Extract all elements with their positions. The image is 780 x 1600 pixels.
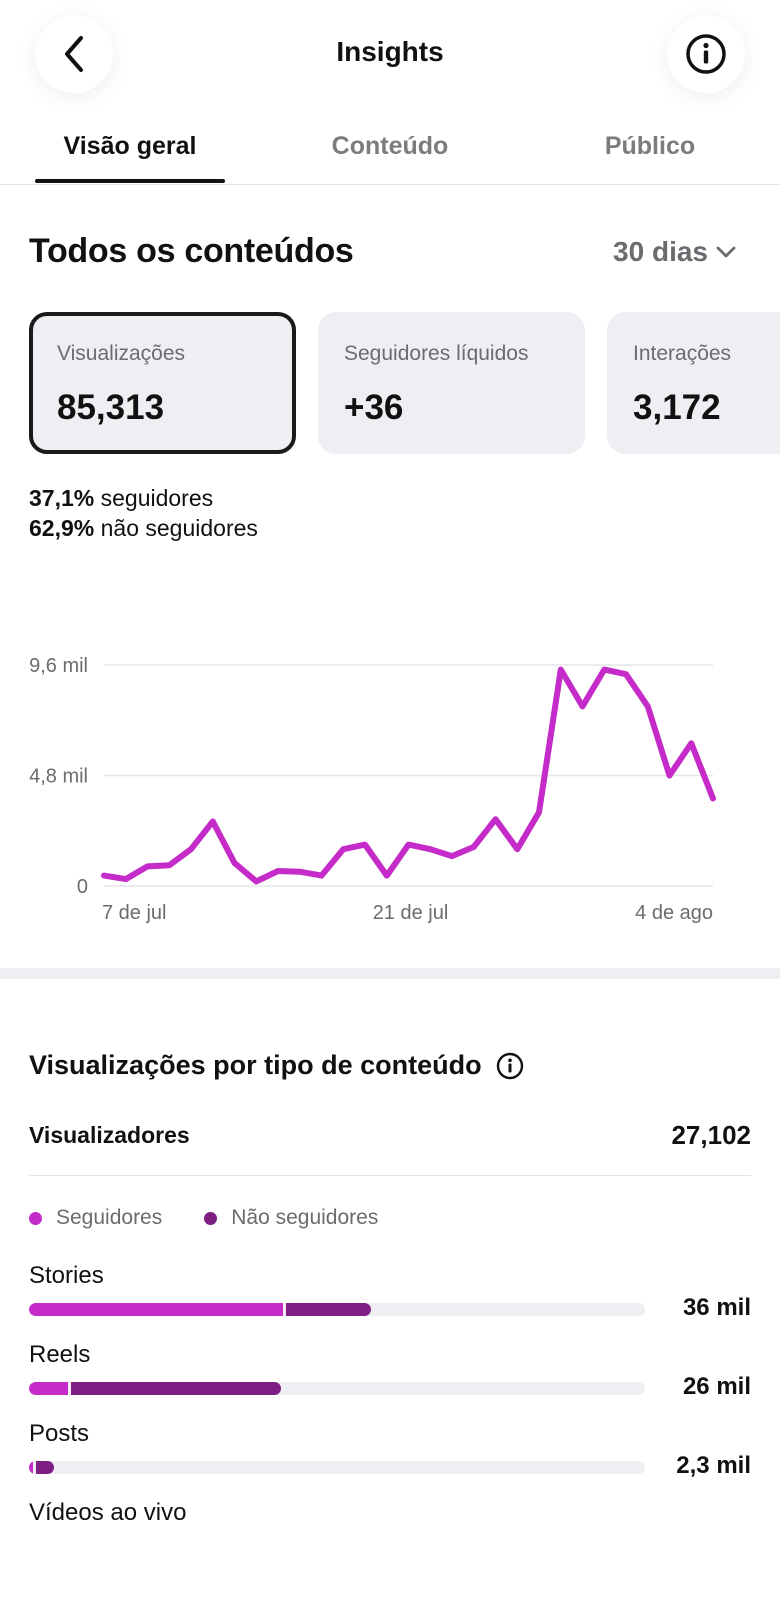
bar-segment-non-followers <box>286 1303 372 1316</box>
metric-cards: Visualizações 85,313 Seguidores líquidos… <box>29 312 780 454</box>
content-row-posts[interactable]: Posts 2,3 mil <box>29 1420 751 1490</box>
metric-card-views[interactable]: Visualizações 85,313 <box>29 312 296 454</box>
tab-audience[interactable]: Público <box>570 132 730 161</box>
bar-track <box>29 1382 645 1395</box>
x-tick-label: 4 de ago <box>635 902 713 924</box>
legend-dot <box>204 1211 218 1225</box>
info-button[interactable] <box>667 15 745 93</box>
tab-content[interactable]: Conteúdo <box>300 132 480 161</box>
audience-split: 37,1% seguidores 62,9% não seguidores <box>29 483 258 543</box>
section-title: Todos os conteúdos <box>29 232 354 270</box>
section-divider <box>0 968 780 979</box>
y-tick-label: 9,6 mil <box>29 655 88 677</box>
bar-segment-non-followers <box>70 1382 281 1395</box>
split-non-followers: 62,9% não seguidores <box>29 513 258 543</box>
views-line-chart: 9,6 mil 4,8 mil 0 7 de jul 21 de jul 4 de ago <box>29 655 716 924</box>
bar-segment-non-followers <box>36 1461 54 1474</box>
x-tick-label: 7 de jul <box>102 902 167 924</box>
legend-label: Não seguidores <box>231 1206 379 1229</box>
active-tab-indicator <box>35 179 225 183</box>
split-non-followers-text: não seguidores <box>100 515 258 541</box>
metric-value: 85,313 <box>57 388 165 427</box>
content-row-label: Reels <box>29 1341 91 1368</box>
info-icon[interactable] <box>496 1052 524 1080</box>
content-row-value: 26 mil <box>682 1373 751 1400</box>
content-row-value: 2,3 mil <box>676 1452 751 1479</box>
metric-card-net-followers[interactable]: Seguidores líquidos +36 <box>318 312 585 454</box>
legend-item-followers: Seguidores <box>29 1206 162 1230</box>
viewers-row: Visualizadores 27,102 <box>29 1118 751 1176</box>
y-tick-label: 0 <box>77 876 88 898</box>
metric-card-interactions[interactable]: Interações 3,172 <box>607 312 780 454</box>
split-non-followers-pct: 62,9% <box>29 515 95 541</box>
metric-label: Visualizações <box>57 342 186 365</box>
content-row-label: Posts <box>29 1420 90 1447</box>
x-tick-label: 21 de jul <box>373 902 449 924</box>
page-title: Insights <box>336 36 444 67</box>
legend-dot <box>29 1211 42 1225</box>
chevron-down-icon <box>716 246 736 258</box>
content-row-label: Stories <box>29 1262 104 1289</box>
metric-label: Interações <box>633 342 732 365</box>
bar-track <box>29 1303 645 1316</box>
content-row-reels[interactable]: Reels 26 mil <box>29 1341 751 1411</box>
content-row-live-videos[interactable]: Vídeos ao vivo <box>29 1499 751 1569</box>
date-range-label: 30 dias <box>613 236 708 267</box>
viewers-value: 27,102 <box>671 1120 751 1150</box>
content-type-title-text: Visualizações por tipo de conteúdo <box>29 1050 482 1080</box>
date-range-dropdown[interactable]: 30 dias <box>613 236 736 268</box>
content-row-value: 36 mil <box>682 1294 751 1321</box>
bar-segment-followers <box>29 1461 34 1474</box>
content-type-title: Visualizações por tipo de conteúdo <box>29 1050 524 1081</box>
metric-value: +36 <box>344 388 404 427</box>
legend-item-non-followers: Não seguidores <box>204 1206 378 1230</box>
split-followers: 37,1% seguidores <box>29 483 258 513</box>
header: Insights <box>0 0 780 110</box>
content-row-label: Vídeos ao vivo <box>29 1499 187 1526</box>
viewers-label: Visualizadores <box>29 1122 190 1148</box>
metric-value: 3,172 <box>633 388 721 427</box>
metric-label: Seguidores líquidos <box>344 342 529 365</box>
legend-label: Seguidores <box>56 1206 163 1229</box>
y-tick-label: 4,8 mil <box>29 766 88 788</box>
bar-track <box>29 1461 645 1474</box>
info-icon <box>686 34 726 74</box>
tab-overview[interactable]: Visão geral <box>35 132 225 161</box>
tab-bar: Visão geral Conteúdo Público <box>0 118 780 185</box>
split-followers-text: seguidores <box>100 485 214 511</box>
legend: Seguidores Não seguidores <box>29 1206 378 1230</box>
bar-segment-followers <box>29 1303 284 1316</box>
bar-segment-followers <box>29 1382 68 1395</box>
split-followers-pct: 37,1% <box>29 485 95 511</box>
content-row-stories[interactable]: Stories 36 mil <box>29 1262 751 1332</box>
